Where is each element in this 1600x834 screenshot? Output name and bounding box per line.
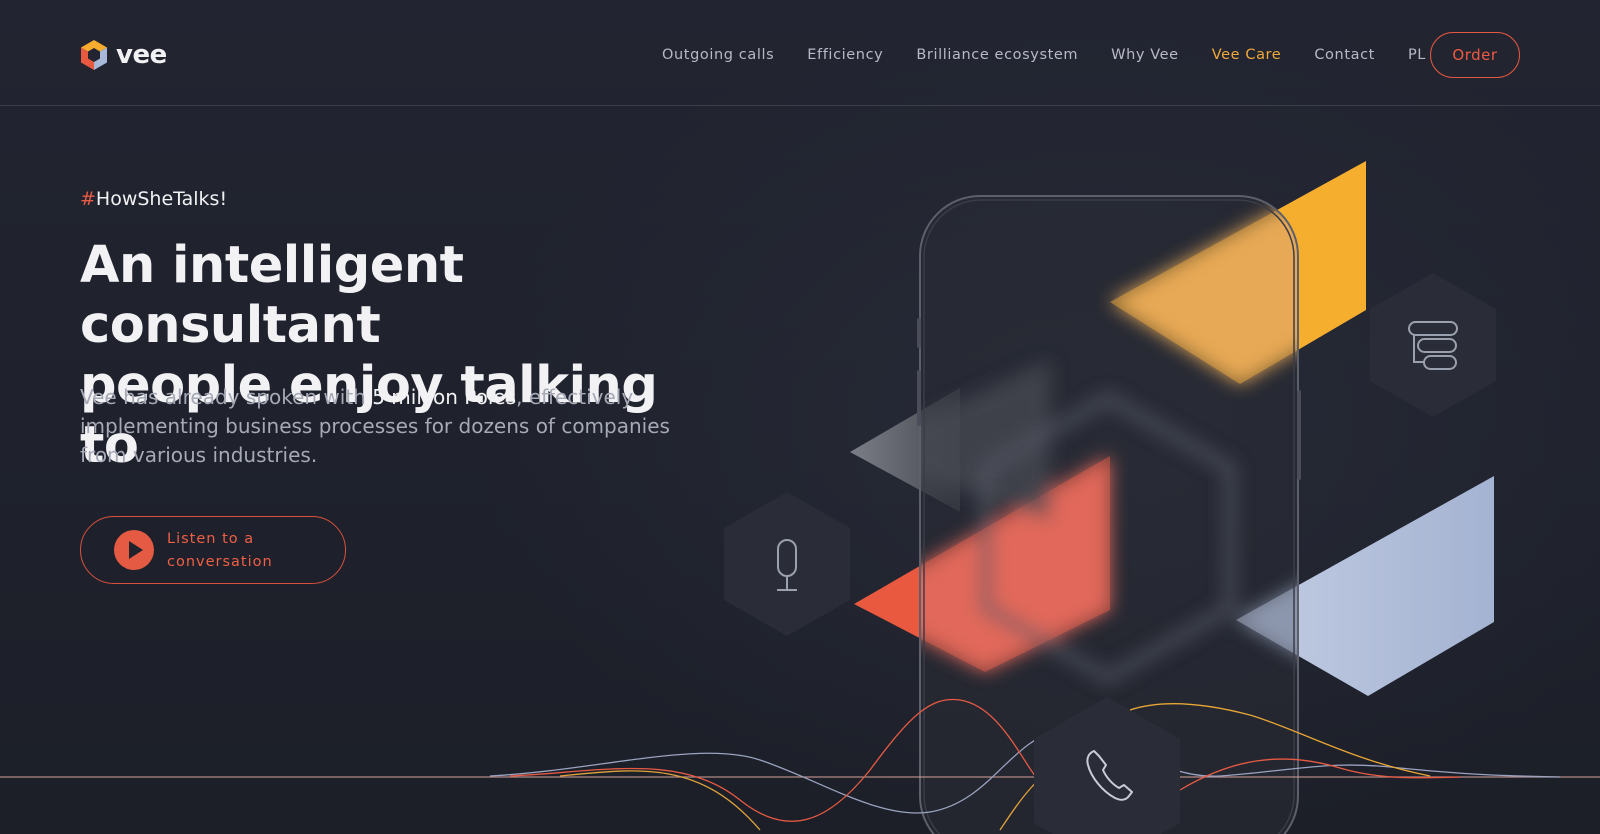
nav-item-outgoing-calls[interactable]: Outgoing calls xyxy=(662,47,774,63)
hashtag-symbol: # xyxy=(80,188,96,210)
site-header: vee Outgoing calls Efficiency Brilliance… xyxy=(0,0,1600,106)
listen-conversation-button[interactable]: Listen to a conversation xyxy=(80,516,346,584)
brand-name: vee xyxy=(116,40,167,70)
nav-item-why-vee[interactable]: Why Vee xyxy=(1111,47,1179,63)
language-switch[interactable]: PL xyxy=(1408,47,1426,63)
main-nav: Outgoing calls Efficiency Brilliance eco… xyxy=(662,44,1426,66)
nav-item-contact[interactable]: Contact xyxy=(1314,47,1375,63)
play-icon xyxy=(129,541,143,559)
listen-label: Listen to a conversation xyxy=(167,531,273,570)
nav-item-vee-care[interactable]: Vee Care xyxy=(1212,47,1282,63)
nav-item-efficiency[interactable]: Efficiency xyxy=(807,47,883,63)
hero-hashtag: #HowSheTalks! xyxy=(80,188,227,210)
order-button[interactable]: Order xyxy=(1430,32,1520,78)
hero-description: Vee has already spoken with 5 million Po… xyxy=(80,383,680,470)
brand-logo[interactable]: vee xyxy=(80,38,167,72)
vee-hexagon-logo-icon xyxy=(81,40,107,70)
play-button-circle xyxy=(114,530,154,570)
hero-desc-before: Vee has already spoken with xyxy=(80,385,373,409)
hashtag-text: HowSheTalks! xyxy=(95,188,228,210)
nav-item-brilliance-ecosystem[interactable]: Brilliance ecosystem xyxy=(916,47,1078,63)
hero-title-line-1: An intelligent consultant xyxy=(80,236,464,355)
hero-desc-highlight: 5 million Poles xyxy=(372,385,517,409)
